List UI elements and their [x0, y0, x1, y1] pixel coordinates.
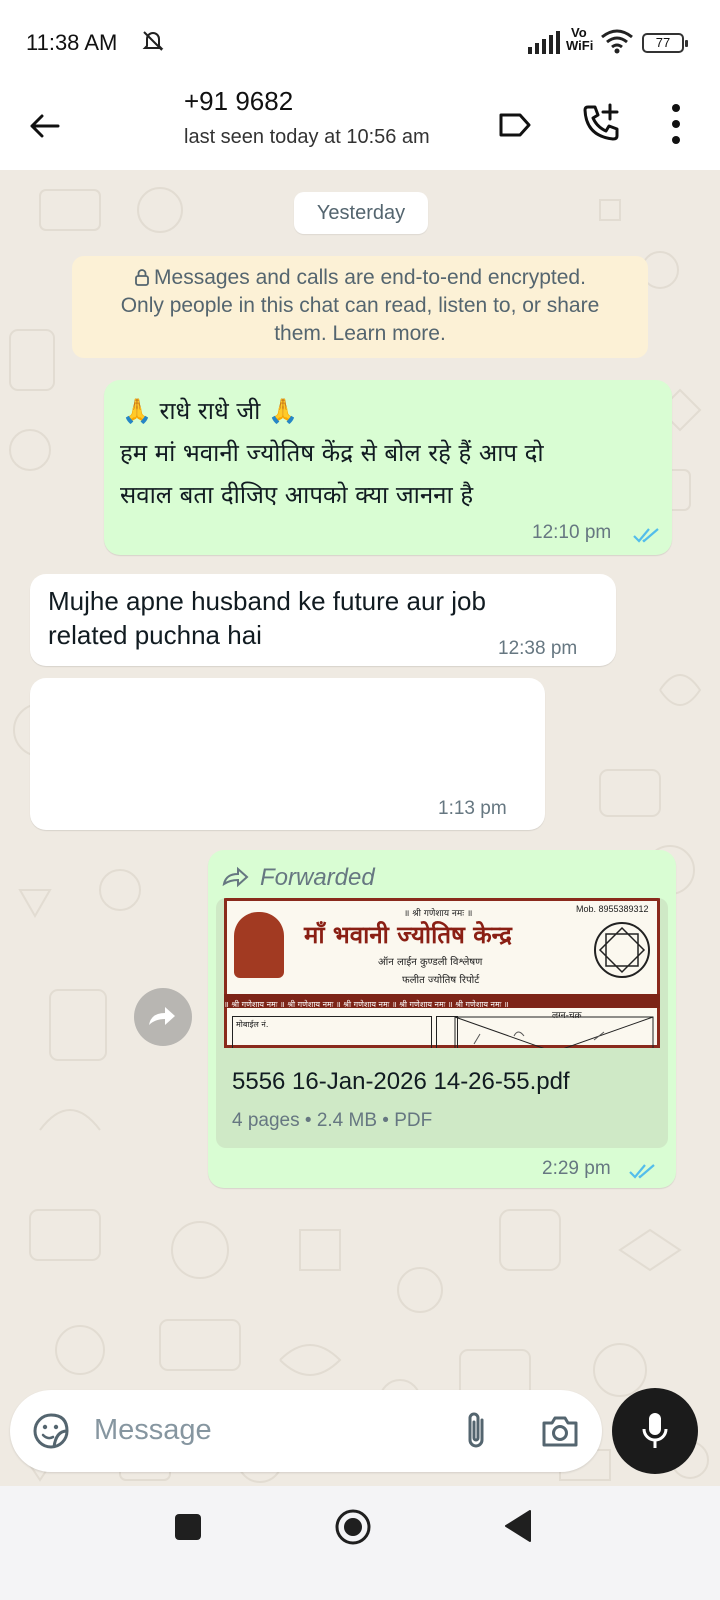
- encryption-notice-line-2: Only people in this chat can read, liste…: [120, 294, 600, 317]
- incoming-message-blank[interactable]: 1:13 pm: [30, 678, 545, 830]
- battery-indicator: 77: [642, 33, 688, 53]
- preview-kundali-chart: [454, 1016, 654, 1048]
- message-timestamp: 12:38 pm: [498, 638, 578, 659]
- preview-title: माँ भवानी ज्योतिष केन्द्र: [304, 921, 512, 949]
- incoming-message[interactable]: Mujhe apne husband ke future aur job rel…: [30, 574, 616, 666]
- forward-button[interactable]: [134, 988, 192, 1046]
- encryption-notice-line-1: Messages and calls are end-to-end encryp…: [72, 264, 648, 292]
- camera-icon[interactable]: [540, 1412, 580, 1450]
- message-text-line: related puchna hai: [48, 620, 262, 650]
- deity-image: [234, 912, 284, 978]
- chat-wallpaper-doodles: [9, 187, 709, 1483]
- voice-message-button[interactable]: [612, 1388, 698, 1474]
- wifi-icon: [601, 29, 633, 54]
- forwarded-icon: [222, 866, 249, 888]
- document-filename: 5556 16-Jan-2026 14-26-55.pdf: [232, 1068, 570, 1095]
- read-ticks-icon: [633, 528, 659, 543]
- encryption-notice[interactable]: Messages and calls are end-to-end encryp…: [72, 256, 648, 358]
- vowifi-label: Vo WiFi: [566, 25, 594, 53]
- last-seen-status: last seen today at 10:56 am: [184, 126, 430, 148]
- status-bar: 11:38 AM Vo WiFi 77: [0, 0, 720, 86]
- preview-subtitle: ऑन लाईन कुण्डली विश्लेषण: [378, 957, 483, 968]
- message-timestamp: 2:29 pm: [542, 1158, 611, 1179]
- preview-strip: ॥ श्री गणेशाय नमः ॥ श्री गणेशाय नमः ॥ श्…: [224, 994, 660, 1008]
- message-text-line: Mujhe apne husband ke future aur job: [48, 586, 486, 616]
- preview-mobile: Mob. 8955389312: [576, 904, 649, 914]
- back-triangle-icon[interactable]: [502, 1508, 532, 1544]
- date-chip: Yesterday: [294, 192, 428, 234]
- message-timestamp: 1:13 pm: [438, 798, 507, 819]
- more-vert-icon[interactable]: [668, 102, 684, 146]
- document-preview-thumbnail: ॥ श्री गणेशाय नमः ॥ Mob. 8955389312 माँ …: [224, 898, 660, 1048]
- paperclip-icon[interactable]: [462, 1410, 492, 1452]
- sticker-emoji-icon[interactable]: [32, 1412, 70, 1450]
- message-input[interactable]: Message: [94, 1414, 212, 1447]
- message-composer: Message: [10, 1390, 602, 1472]
- chat-area[interactable]: Yesterday Messages and calls are end-to-…: [0, 170, 720, 1510]
- message-timestamp: 12:10 pm: [532, 522, 612, 543]
- label-icon[interactable]: [496, 106, 534, 144]
- bell-off-icon: [142, 31, 164, 51]
- message-text-line: हम मां भवानी ज्योतिष केंद्र से बोल रहे ह…: [120, 439, 544, 467]
- recents-square-icon[interactable]: [175, 1514, 201, 1540]
- lock-icon: [135, 269, 149, 286]
- yantra-seal: [594, 922, 650, 978]
- message-text-line: सवाल बता दीजिए आपको क्या जानना है: [120, 481, 474, 509]
- add-call-icon[interactable]: [580, 102, 622, 144]
- forward-icon: [149, 1007, 175, 1025]
- document-meta: 4 pages • 2.4 MB • PDF: [232, 1110, 433, 1131]
- document-attachment[interactable]: ॥ श्री गणेशाय नमः ॥ Mob. 8955389312 माँ …: [216, 898, 668, 1148]
- microphone-icon: [642, 1413, 668, 1448]
- chat-header: +91 9682 last seen today at 10:56 am: [0, 86, 720, 170]
- system-navigation-bar: [0, 1486, 720, 1600]
- encryption-notice-line-3: them. Learn more.: [274, 322, 446, 345]
- signal-icon: [528, 31, 560, 54]
- back-arrow-icon[interactable]: [26, 108, 62, 144]
- contact-name[interactable]: +91 9682: [184, 86, 293, 117]
- read-ticks-icon: [629, 1164, 655, 1179]
- outgoing-message[interactable]: 🙏 राधे राधे जी 🙏 हम मां भवानी ज्योतिष के…: [104, 380, 672, 555]
- status-time: 11:38 AM: [26, 30, 118, 55]
- home-circle-icon[interactable]: [334, 1508, 372, 1546]
- forwarded-label: Forwarded: [260, 864, 375, 891]
- message-text-line: 🙏 राधे राधे जी 🙏: [122, 397, 298, 425]
- preview-field-box: मोबाईल नं.: [232, 1016, 432, 1048]
- outgoing-document-message[interactable]: Forwarded ॥ श्री गणेशाय नमः ॥ Mob. 89553…: [208, 850, 676, 1188]
- preview-subtitle: फलीत ज्योतिष रिपोर्ट: [402, 975, 480, 986]
